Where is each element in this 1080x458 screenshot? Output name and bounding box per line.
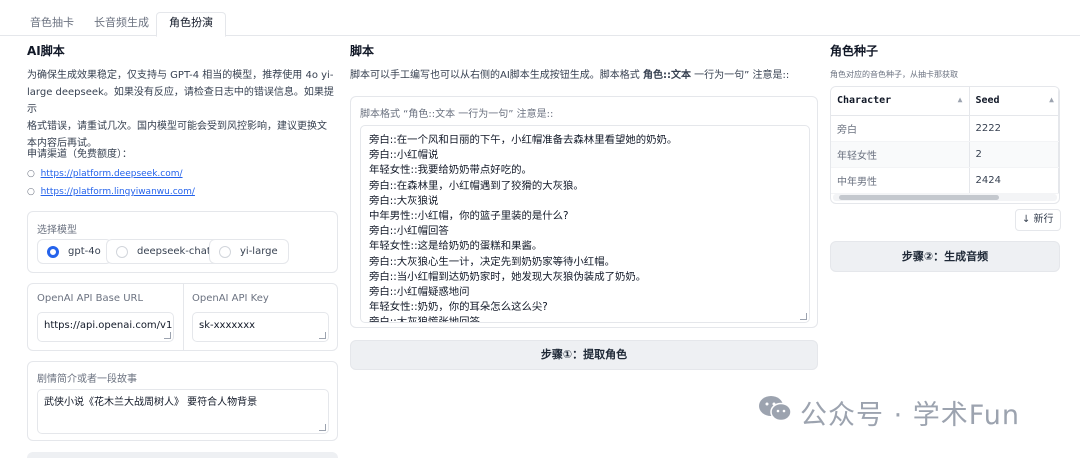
resize-handle-icon[interactable]	[319, 424, 326, 431]
extract-roles-button[interactable]: 步骤①：提取角色	[350, 340, 818, 370]
cell-seed[interactable]: 2	[969, 141, 1059, 168]
script-line: 年轻女性::这是给奶奶的蛋糕和果酱。	[369, 240, 543, 253]
script-line: 旁白::大灰狼慌张地回答	[369, 316, 480, 323]
column-header-character[interactable]: Character ▲	[831, 87, 970, 116]
seed-table: Character ▲ Seed ▲ 旁白 2222 年轻女性 2 中年男性 2…	[831, 87, 1059, 194]
radio-checked-icon	[47, 246, 59, 258]
script-line: 中年男性::小红帽，你的篮子里装的是什么?	[369, 210, 569, 223]
wechat-icon	[758, 395, 792, 430]
script-line: 旁白::在森林里，小红帽遇到了狡猾的大灰狼。	[369, 179, 584, 192]
model-select-block: 选择模型 gpt-4o deepseek-chat yi-large	[27, 211, 338, 273]
resize-handle-icon[interactable]	[164, 332, 171, 339]
column-header-seed[interactable]: Seed ▲	[969, 87, 1059, 116]
ai-script-description: 为确保生成效果稳定，仅支持与 GPT-4 相当的模型，推荐使用 4o yi- l…	[27, 67, 337, 152]
watermark-text: 公众号 · 学术Fun	[800, 400, 1021, 431]
cell-seed[interactable]: 2222	[969, 115, 1059, 142]
radio-unchecked-icon	[219, 246, 231, 258]
radio-label: deepseek-chat	[137, 246, 211, 257]
tab-role-play[interactable]: 角色扮演	[156, 12, 226, 37]
script-line: 旁白::小红帽疑惑地问	[369, 286, 470, 299]
link-deepseek[interactable]: https://platform.deepseek.com/	[41, 169, 183, 179]
scrollbar-thumb[interactable]	[839, 195, 999, 200]
story-label: 剧情简介或者一段故事	[37, 374, 137, 385]
api-key-value: sk-xxxxxxx	[199, 320, 256, 331]
story-input[interactable]: 武侠小说《花木兰大战周树人》 要符合人物背景	[37, 389, 329, 434]
seed-table-frame: Character ▲ Seed ▲ 旁白 2222 年轻女性 2 中年男性 2…	[830, 86, 1060, 204]
desc-text: 一行为一句” 注意是::	[690, 70, 790, 81]
tab-long-audio[interactable]: 长音频生成	[82, 13, 161, 36]
script-line: 年轻女性::奶奶，你的耳朵怎么这么尖?	[369, 301, 548, 314]
script-block: 脚本格式 “角色::文本 一行为一句” 注意是:: 旁白::在一个风和日丽的下午…	[350, 96, 818, 328]
radio-unchecked-icon	[116, 246, 128, 258]
link-lingyiwanwu-item: ○ https://platform.lingyiwanwu.com/	[27, 187, 195, 197]
generate-audio-button[interactable]: 步骤②：生成音频	[830, 241, 1060, 272]
cell-character[interactable]: 中年男性	[831, 167, 970, 194]
add-row-button[interactable]: ↓ 新行	[1015, 209, 1061, 231]
desc-text: 脚本可以手工编写也可以从右侧的AI脚本生成按钮生成。脚本格式	[350, 70, 643, 81]
script-line: 旁白::小红帽说	[369, 149, 439, 162]
base-url-label: OpenAI API Base URL	[37, 293, 144, 304]
cell-character[interactable]: 年轻女性	[831, 141, 970, 168]
story-block: 剧情简介或者一段故事 武侠小说《花木兰大战周树人》 要符合人物背景	[27, 361, 338, 441]
story-value: 武侠小说《花木兰大战周树人》 要符合人物背景	[44, 397, 258, 408]
link-lingyiwanwu[interactable]: https://platform.lingyiwanwu.com/	[41, 187, 195, 197]
script-line: 旁白::小红帽回答	[369, 225, 449, 238]
role-seed-title: 角色种子	[830, 44, 879, 58]
sort-icon[interactable]: ▲	[1049, 95, 1054, 104]
script-description: 脚本可以手工编写也可以从右侧的AI脚本生成按钮生成。脚本格式 角色::文本 一行…	[350, 67, 820, 84]
radio-label: yi-large	[240, 246, 278, 257]
api-key-label: OpenAI API Key	[192, 293, 269, 304]
script-textarea[interactable]: 旁白::在一个风和日丽的下午，小红帽准备去森林里看望她的奶奶。 旁白::小红帽说年…	[360, 125, 810, 323]
horizontal-scrollbar[interactable]	[833, 194, 1057, 201]
column-header-label: Seed	[975, 95, 1000, 107]
cell-character[interactable]: 旁白	[831, 115, 970, 142]
apply-channel-label: 申请渠道（免费额度）：	[27, 149, 132, 160]
radio-yi-large[interactable]: yi-large	[209, 239, 289, 264]
watermark: 公众号 · 学术Fun	[758, 393, 1020, 432]
script-line: 旁白::大灰狼心生一计，决定先到奶奶家等待小红帽。	[369, 255, 615, 268]
base-url-input[interactable]: https://api.openai.com/v1	[37, 312, 174, 342]
model-select-label: 选择模型	[37, 225, 77, 236]
cell-seed[interactable]: 2424	[969, 167, 1059, 194]
script-line: 旁白::大灰狼说	[369, 194, 439, 207]
role-seed-subtitle: 角色对应的音色种子，从抽卡那获取	[830, 70, 958, 79]
tab-bar: 音色抽卡 长音频生成 角色扮演	[0, 10, 1080, 37]
ai-script-title: AI脚本	[27, 44, 65, 58]
script-line: 旁白::当小红帽到达奶奶家时，她发现大灰狼伪装成了奶奶。	[369, 270, 647, 283]
table-row[interactable]: 年轻女性 2	[831, 141, 1059, 168]
script-lines: 旁白::在一个风和日丽的下午，小红帽准备去森林里看望她的奶奶。 旁白::小红帽说年…	[369, 133, 801, 323]
script-textarea-label: 脚本格式 “角色::文本 一行为一句” 注意是::	[360, 109, 554, 120]
script-title: 脚本	[350, 44, 375, 58]
desc-line: large deepseek。如果没有反应，请检查日志中的错误信息。如果提示	[27, 87, 334, 115]
generate-script-button[interactable]	[27, 452, 338, 458]
column-header-label: Character	[837, 95, 892, 107]
radio-gpt-4o[interactable]: gpt-4o	[37, 239, 112, 264]
desc-format-bold: 角色::文本	[642, 70, 691, 81]
divider	[183, 284, 184, 350]
script-line: 旁白::在一个风和日丽的下午，小红帽准备去森林里看望她的奶奶。	[369, 134, 678, 146]
base-url-value: https://api.openai.com/v1	[44, 320, 173, 331]
api-config-block: OpenAI API Base URL https://api.openai.c…	[27, 283, 338, 351]
resize-handle-icon[interactable]	[800, 313, 807, 320]
desc-line: 为确保生成效果稳定，仅支持与 GPT-4 相当的模型，推荐使用 4o yi-	[27, 70, 334, 81]
tab-voice-draw[interactable]: 音色抽卡	[18, 13, 86, 36]
script-line: 年轻女性::我要给奶奶带点好吃的。	[369, 164, 532, 177]
table-row[interactable]: 旁白 2222	[831, 115, 1059, 142]
radio-deepseek-chat[interactable]: deepseek-chat	[106, 239, 222, 264]
resize-handle-icon[interactable]	[319, 332, 326, 339]
sort-icon[interactable]: ▲	[958, 95, 963, 104]
link-deepseek-item: ○ https://platform.deepseek.com/	[27, 169, 183, 179]
api-key-input[interactable]: sk-xxxxxxx	[192, 312, 329, 342]
radio-label: gpt-4o	[68, 246, 101, 257]
desc-line: 格式错误，请重试几次。国内模型可能会受到风控影响，建议更换文	[27, 121, 327, 132]
table-row[interactable]: 中年男性 2424	[831, 167, 1059, 194]
